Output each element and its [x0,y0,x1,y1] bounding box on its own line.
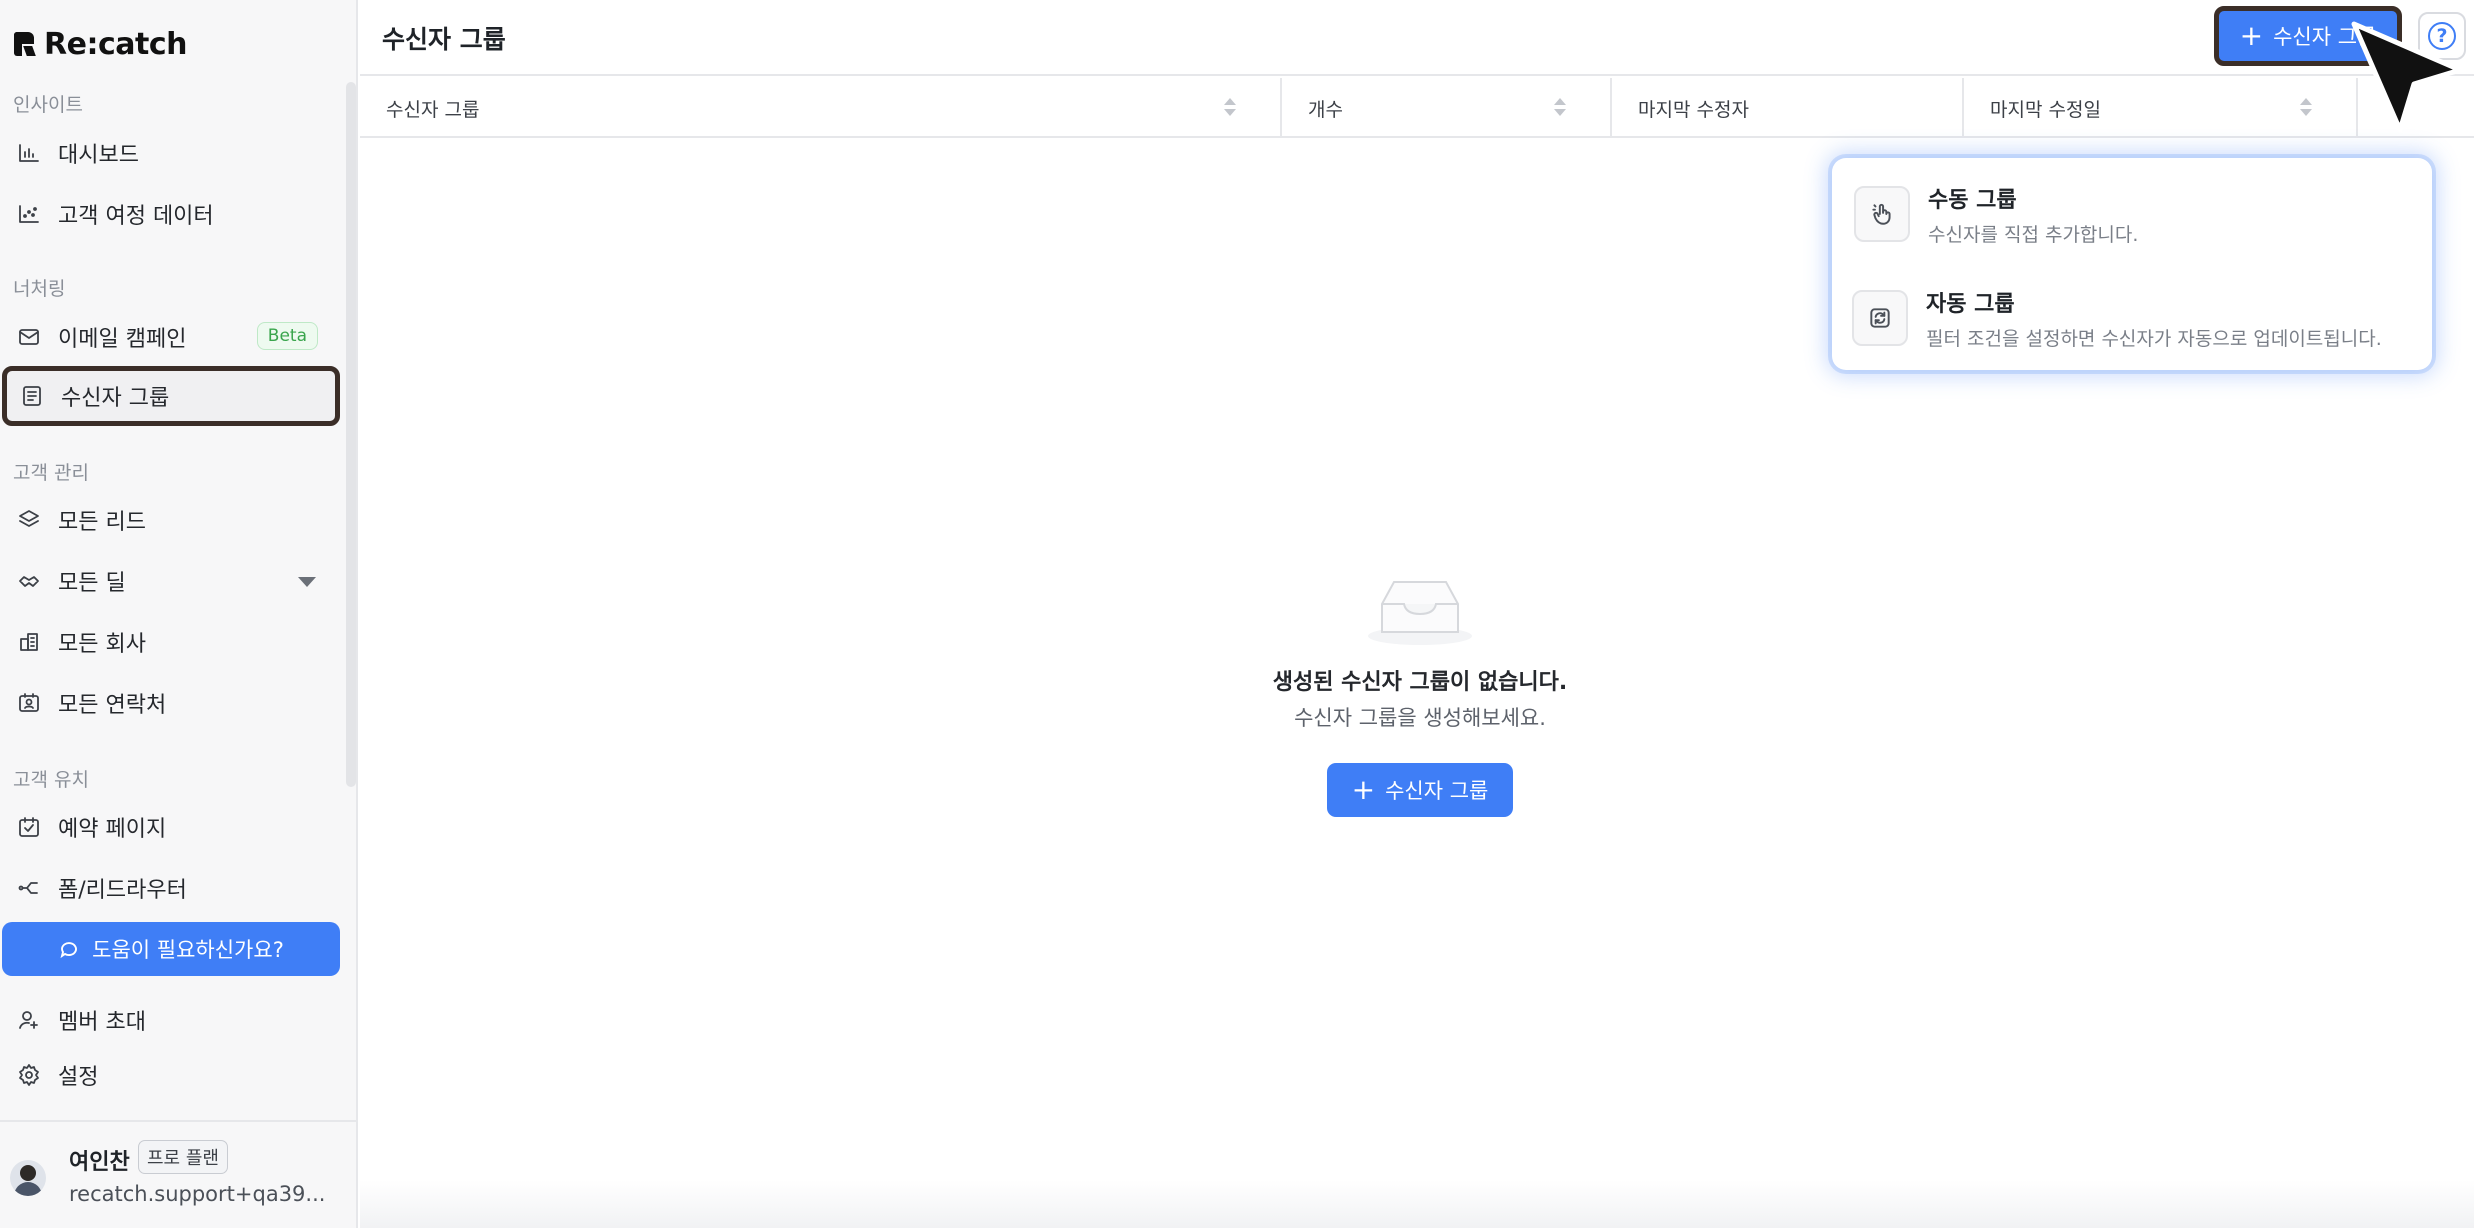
column-header-last-modified[interactable]: 마지막 수정일 [1964,78,2358,138]
menu-item-auto-group[interactable]: 자동 그룹 필터 조건을 설정하면 수신자가 자동으로 업데이트됩니다. [1832,268,2432,368]
sidebar-item-invite-member[interactable]: 멤버 초대 [4,992,338,1048]
sidebar-item-label: 모든 딜 [58,571,126,596]
create-button-label: 수신자 그룹 [1385,779,1489,803]
empty-state-title: 생성된 수신자 그룹이 없습니다. [1272,670,1568,695]
building-icon [16,629,42,655]
section-label-customer-management: 고객 관리 [13,462,89,484]
sidebar-item-dashboard[interactable]: 대시보드 [4,125,338,181]
plan-badge: 프로 플랜 [138,1140,228,1174]
plus-icon: + [2239,19,2264,52]
list-box-icon [19,383,45,409]
sort-icon[interactable] [1224,98,1236,118]
auto-refresh-icon [1852,290,1908,346]
page-title: 수신자 그룹 [382,25,506,54]
sidebar-item-label: 고객 여정 데이터 [58,204,214,229]
sidebar-item-journey[interactable]: 고객 여정 데이터 [4,186,338,242]
router-icon [16,875,42,901]
hand-pointer-icon [1854,186,1910,242]
gear-icon [16,1062,42,1088]
sidebar-item-recipient-groups[interactable]: 수신자 그룹 [2,366,340,426]
column-header-label: 수신자 그룹 [386,98,480,121]
sidebar-item-form-router[interactable]: 폼/리드라우터 [4,860,338,916]
sidebar-item-companies[interactable]: 모든 회사 [4,614,338,670]
table-header: 수신자 그룹 개수 마지막 수정자 마지막 수정일 [360,78,2474,138]
sort-icon[interactable] [2300,98,2312,118]
column-header-label: 개수 [1308,98,1343,121]
empty-state-subtitle: 수신자 그룹을 생성해보세요. [1294,706,1546,730]
menu-item-description: 수신자를 직접 추가합니다. [1928,224,2139,246]
layers-icon [16,507,42,533]
sidebar-item-label: 이메일 캠페인 [58,327,187,352]
bottom-fade [360,1180,2474,1228]
menu-item-manual-group[interactable]: 수동 그룹 수신자를 직접 추가합니다. [1832,164,2432,264]
column-header-last-editor[interactable]: 마지막 수정자 [1612,78,1964,138]
contact-card-icon [16,690,42,716]
calendar-check-icon [16,814,42,840]
logo[interactable]: Re:catch [14,24,187,64]
sidebar-item-label: 설정 [58,1065,99,1090]
mail-icon [16,324,42,350]
sidebar-item-deals[interactable]: 모든 딜 [4,553,338,609]
menu-item-title: 자동 그룹 [1926,292,2015,317]
menu-item-title: 수동 그룹 [1928,188,2017,213]
sidebar-item-label: 폼/리드라우터 [58,878,187,903]
sidebar-item-settings[interactable]: 설정 [4,1047,338,1103]
sidebar-item-label: 수신자 그룹 [61,386,170,411]
column-header-label: 마지막 수정일 [1990,98,2101,121]
sidebar: Re:catch 인사이트 대시보드 고객 여정 데이터 너처링 이메일 캠페인… [0,0,358,1228]
bar-chart-icon [16,140,42,166]
sidebar-item-leads[interactable]: 모든 리드 [4,492,338,548]
sidebar-scrollbar[interactable] [346,82,356,787]
scatter-chart-icon [16,201,42,227]
user-profile[interactable]: 여인찬 프로 플랜 recatch.support+qa39... [10,1140,350,1220]
profile-email: recatch.support+qa39... [69,1182,326,1206]
menu-item-description: 필터 조건을 설정하면 수신자가 자동으로 업데이트됩니다. [1926,328,2382,350]
sidebar-item-contacts[interactable]: 모든 연락처 [4,675,338,731]
sidebar-item-email-campaign[interactable]: 이메일 캠페인 Beta [4,309,338,365]
page-header: 수신자 그룹 [360,0,2474,76]
chat-bubble-icon [60,942,78,959]
avatar [10,1160,46,1196]
sidebar-item-label: 예약 페이지 [58,817,167,842]
sidebar-item-label: 모든 리드 [58,510,146,535]
sidebar-divider [0,1120,356,1122]
plus-icon: + [1351,773,1376,806]
chevron-down-icon[interactable] [298,577,316,587]
handshake-icon [16,568,42,594]
user-plus-icon [16,1007,42,1033]
add-group-dropdown: 수동 그룹 수신자를 직접 추가합니다. 자동 그룹 필터 조건을 설정하면 수… [1832,158,2432,370]
section-label-customer-acquisition: 고객 유치 [13,769,89,791]
beta-badge: Beta [256,322,318,350]
sort-icon[interactable] [1554,98,1566,118]
sidebar-item-label: 모든 회사 [58,632,146,657]
section-label-nurturing: 너처링 [13,278,66,300]
recatch-logo-icon [14,32,36,56]
section-label-insight: 인사이트 [13,94,83,116]
logo-text: Re:catch [44,26,187,62]
sidebar-item-label: 멤버 초대 [58,1010,146,1035]
column-header-count[interactable]: 개수 [1282,78,1612,138]
create-recipient-group-button[interactable]: + 수신자 그룹 [1327,763,1513,817]
mouse-cursor-icon [2351,21,2463,133]
profile-name: 여인찬 [69,1150,130,1175]
column-header-label: 마지막 수정자 [1638,98,1749,121]
sidebar-item-booking-page[interactable]: 예약 페이지 [4,799,338,855]
sidebar-item-label: 대시보드 [58,143,139,168]
need-help-label: 도움이 필요하신가요? [92,938,284,962]
column-header-group-name[interactable]: 수신자 그룹 [360,78,1282,138]
sidebar-item-label: 모든 연락처 [58,693,167,718]
empty-inbox-icon [1368,581,1472,645]
need-help-button[interactable]: 도움이 필요하신가요? [2,922,340,976]
